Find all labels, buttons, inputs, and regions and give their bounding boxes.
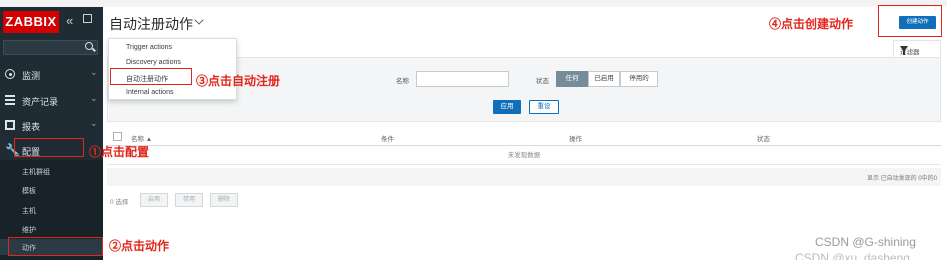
funnel-icon (900, 46, 908, 55)
page-title-dropdown[interactable]: 自动注册动作 (109, 14, 193, 34)
highlight-create-action (878, 5, 942, 37)
dropdown-item-trigger-actions[interactable]: Trigger actions (126, 44, 172, 51)
sidebar-search-input[interactable] (3, 40, 98, 55)
submenu-item-label: 维护 (22, 227, 36, 234)
zabbix-logo[interactable]: ZABBIX (3, 11, 59, 33)
annotation-step-4: ④点击创建动作 (769, 17, 854, 31)
filter-tab[interactable]: 过滤器 (893, 40, 941, 57)
delete-button[interactable]: 删除 (210, 193, 238, 207)
highlight-actions (8, 237, 103, 256)
eye-icon (5, 69, 15, 79)
collapse-sidebar-icon[interactable]: « (66, 13, 73, 28)
sidebar-item-reports[interactable]: 报表 ⌄ (0, 115, 103, 135)
name-label: 名称 (396, 78, 409, 85)
sidebar-header: ZABBIX « (0, 7, 103, 37)
sidebar-item-label: 资产记录 (22, 97, 59, 107)
name-filter-input[interactable] (416, 71, 509, 87)
submenu-item-maintenance[interactable]: 维护 (0, 221, 103, 237)
watermark-text-secondary: CSDN @xu_dasheng (795, 251, 910, 260)
column-header-status[interactable]: 状态 (757, 133, 770, 143)
apply-button[interactable]: 应用 (493, 100, 521, 114)
status-label: 状态 (536, 78, 549, 85)
screenshot-root: ZABBIX « 监测 ⌄ 资产记录 ⌄ 报表 ⌄ 🔧 配置 主机群组 模板 主… (0, 0, 947, 260)
submenu-item-label: 主机群组 (22, 169, 50, 176)
sidebar-item-inventory[interactable]: 资产记录 ⌄ (0, 90, 103, 110)
column-header-operations: 操作 (569, 136, 582, 143)
sidebar-item-label: 监测 (22, 71, 41, 81)
list-icon (5, 95, 15, 105)
chevron-down-icon: ⌄ (90, 67, 98, 77)
enable-button[interactable]: 启用 (140, 193, 168, 207)
sidebar-item-label: 报表 (22, 122, 41, 132)
report-icon (5, 120, 15, 130)
column-header-name[interactable]: 名称 ▲ (131, 133, 152, 143)
sidebar-item-monitoring[interactable]: 监测 ⌄ (0, 64, 103, 84)
annotation-step-2: ②点击动作 (109, 239, 170, 253)
submenu-item-hosts[interactable]: 主机 (0, 202, 103, 218)
column-header-conditions: 条件 (381, 136, 394, 143)
browser-top-strip (0, 0, 947, 7)
annotation-step-3: ③点击自动注册 (196, 74, 281, 88)
status-option-enabled[interactable]: 已启用 (588, 71, 620, 87)
dropdown-item-discovery-actions[interactable]: Discovery actions (126, 59, 181, 66)
highlight-configuration (14, 138, 84, 157)
submenu-item-templates[interactable]: 模板 (0, 182, 103, 198)
status-option-any[interactable]: 任何 (556, 71, 588, 87)
highlight-autoregistration (110, 68, 192, 85)
summary-text: 显示 已自动发现的 0中的0 (866, 176, 937, 182)
selected-count: 0 选择 (110, 199, 129, 206)
chevron-down-icon[interactable] (194, 15, 204, 25)
reset-button[interactable]: 重设 (529, 100, 559, 114)
select-all-checkbox[interactable] (113, 132, 122, 141)
status-option-disabled[interactable]: 停用的 (620, 71, 658, 87)
submenu-item-host-groups[interactable]: 主机群组 (0, 163, 103, 179)
table-header: 名称 ▲ 条件 操作 状态 (107, 128, 941, 146)
mass-action-bar: 0 选择 启用 禁用 删除 (107, 192, 407, 208)
dropdown-item-internal-actions[interactable]: Internal actions (126, 89, 173, 96)
chevron-down-icon: ⌄ (90, 93, 98, 103)
kiosk-mode-icon[interactable] (83, 14, 92, 23)
submenu-item-label: 模板 (22, 188, 36, 195)
no-data-message: 未发现数据 (107, 147, 941, 165)
annotation-step-1: ①点击配置 (89, 145, 150, 159)
table-summary: 显示 已自动发现的 0中的0 (107, 168, 941, 186)
submenu-item-label: 主机 (22, 208, 36, 215)
search-icon[interactable] (85, 42, 93, 50)
watermark-text: CSDN @G-shining (815, 235, 916, 249)
disable-button[interactable]: 禁用 (175, 193, 203, 207)
chevron-down-icon: ⌄ (90, 118, 98, 128)
